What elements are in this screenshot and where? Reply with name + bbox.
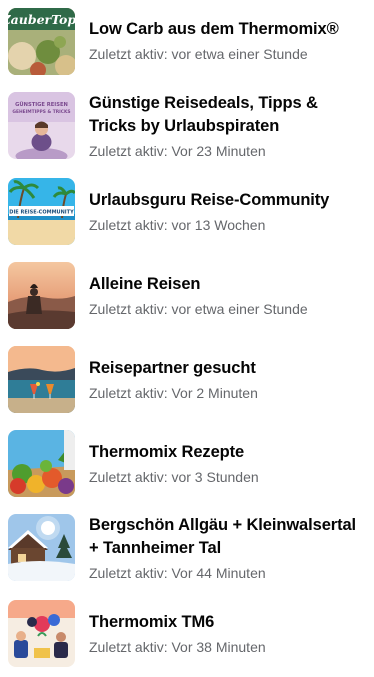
group-name: Low Carb aus dem Thermomix® [89,20,339,38]
group-list: ZauberTopf Low Carb aus dem Thermomix® Z… [0,0,374,677]
group-last-active: Zuletzt aktiv: Vor 38 Minuten [89,639,266,655]
group-last-active: Zuletzt aktiv: Vor 2 Minuten [89,385,258,401]
group-item-bergschoen-allgaeu[interactable]: Bergschön Allgäu + Kleinwalsertal + Tann… [0,506,374,592]
group-item-alleine-reisen[interactable]: Alleine Reisen Zuletzt aktiv: vor etwa e… [0,254,374,338]
group-item-low-carb-thermomix[interactable]: ZauberTopf Low Carb aus dem Thermomix® Z… [0,0,374,84]
group-last-active: Zuletzt aktiv: vor etwa einer Stunde [89,301,308,317]
group-name: Günstige Reisedeals, Tipps & Tricks by U… [89,94,318,135]
vegetables-thumbnail [8,430,75,497]
group-last-active: Zuletzt aktiv: vor etwa einer Stunde [89,46,308,62]
group-last-active: Zuletzt aktiv: vor 13 Wochen [89,217,266,233]
zaubertopf-food-thumbnail: ZauberTopf [8,8,75,75]
group-last-active: Zuletzt aktiv: vor 3 Stunden [89,469,259,485]
group-item-urlaubsguru[interactable]: DIE REISE-COMMUNITY Urlaubsguru Reise-Co… [0,170,374,254]
group-item-thermomix-rezepte[interactable]: Thermomix Rezepte Zuletzt aktiv: vor 3 S… [0,422,374,506]
group-name: Thermomix TM6 [89,613,215,631]
group-last-active: Zuletzt aktiv: Vor 23 Minuten [89,143,266,159]
group-name: Thermomix Rezepte [89,443,245,461]
group-last-active: Zuletzt aktiv: Vor 44 Minuten [89,565,266,581]
lake-drinks-thumbnail [8,346,75,413]
group-name: Urlaubsguru Reise-Community [89,191,330,209]
urlaubspiraten-thumbnail: GÜNSTIGE REISEN GEHEIMTIPPS & TRICKS [8,92,75,159]
group-item-reisepartner-gesucht[interactable]: Reisepartner gesucht Zuletzt aktiv: Vor … [0,338,374,422]
group-name: Reisepartner gesucht [89,359,256,377]
group-item-urlaubspiraten[interactable]: GÜNSTIGE REISEN GEHEIMTIPPS & TRICKS Gün… [0,84,374,170]
reise-community-label-text: DIE REISE-COMMUNITY [9,210,74,216]
svg-text:GÜNSTIGE REISEN: GÜNSTIGE REISEN [15,101,68,108]
group-name: Alleine Reisen [89,275,201,293]
group-name: Bergschön Allgäu + Kleinwalsertal + Tann… [89,516,357,557]
winter-cabin-thumbnail [8,514,75,581]
illustration-thumbnail [8,600,75,667]
traveler-sunset-thumbnail [8,262,75,329]
group-item-thermomix-tm6[interactable]: Thermomix TM6 Zuletzt aktiv: Vor 38 Minu… [0,592,374,677]
svg-text:GEHEIMTIPPS & TRICKS: GEHEIMTIPPS & TRICKS [12,109,70,115]
zaubertopf-logo-text: ZauberTopf [8,12,75,27]
beach-palms-thumbnail: DIE REISE-COMMUNITY [8,178,75,245]
